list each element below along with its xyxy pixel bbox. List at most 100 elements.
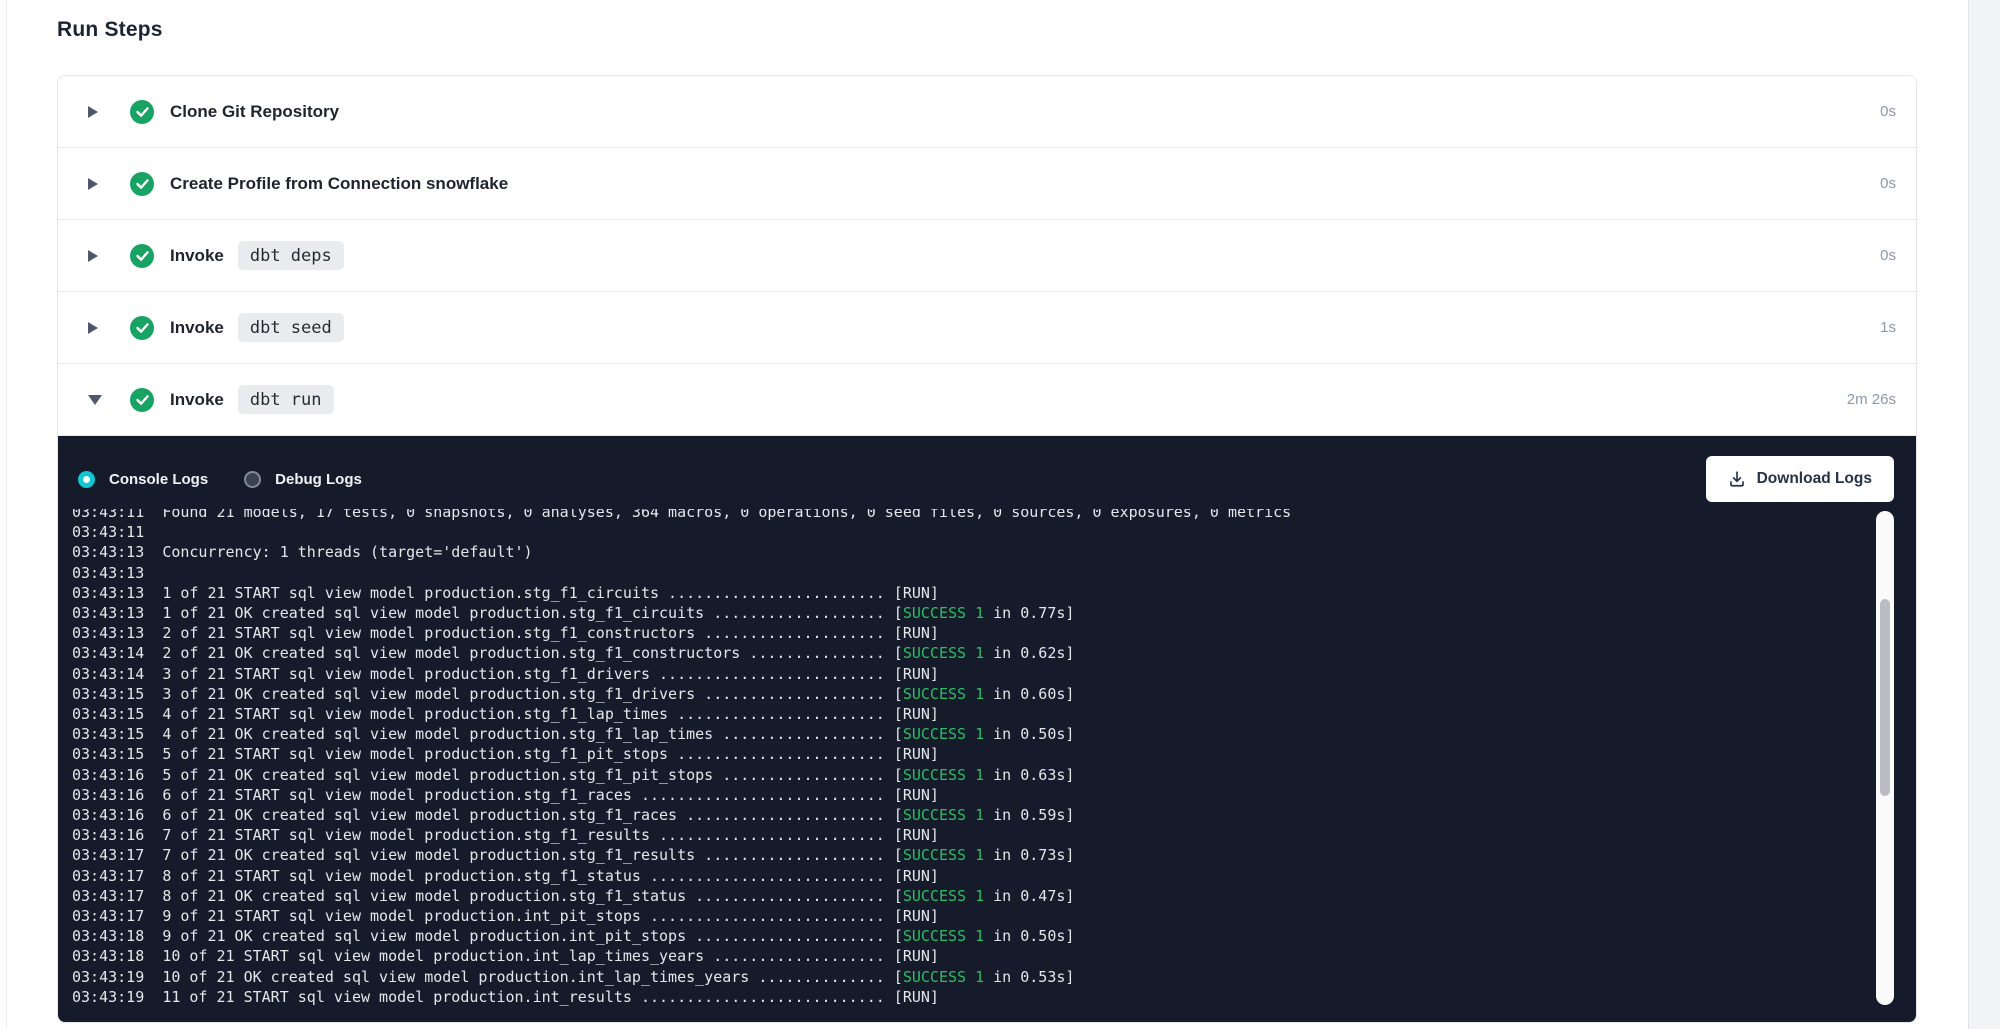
debug-logs-label: Debug Logs — [275, 471, 362, 488]
log-timestamp: 03:43:11 — [72, 509, 144, 521]
log-status-success: SUCCESS 1 — [903, 927, 984, 945]
success-check-icon — [130, 316, 154, 340]
run-step-row[interactable]: Invoke dbt run 2m 26s — [58, 364, 1916, 436]
log-timestamp: 03:43:16 — [72, 826, 144, 844]
log-message: 4 of 21 START sql view model production.… — [162, 705, 903, 723]
step-duration: 1s — [1880, 319, 1896, 336]
log-status-detail: RUN] — [903, 947, 939, 965]
download-logs-label: Download Logs — [1757, 470, 1872, 488]
radio-selected-icon[interactable] — [78, 471, 95, 488]
log-timestamp: 03:43:15 — [72, 705, 144, 723]
download-logs-button[interactable]: Download Logs — [1706, 456, 1894, 502]
expand-caret-icon[interactable] — [88, 322, 106, 334]
log-message: 3 of 21 START sql view model production.… — [162, 665, 903, 683]
run-step-row[interactable]: Create Profile from Connection snowflake… — [58, 148, 1916, 220]
log-timestamp: 03:43:15 — [72, 685, 144, 703]
log-timestamp: 03:43:16 — [72, 766, 144, 784]
console-header: Console Logs Debug Logs Download Logs — [58, 436, 1916, 502]
log-line: 03:43:17 8 of 21 OK created sql view mod… — [72, 886, 1872, 906]
log-status-detail: RUN] — [903, 584, 939, 602]
log-message: 2 of 21 START sql view model production.… — [162, 624, 903, 642]
log-message: 3 of 21 OK created sql view model produc… — [162, 685, 903, 703]
log-timestamp: 03:43:16 — [72, 786, 144, 804]
success-check-icon — [130, 388, 154, 412]
log-line: 03:43:13 1 of 21 START sql view model pr… — [72, 583, 1872, 603]
log-timestamp: 03:43:14 — [72, 665, 144, 683]
success-check-icon — [130, 244, 154, 268]
log-message: 8 of 21 START sql view model production.… — [162, 867, 903, 885]
log-line: 03:43:17 8 of 21 START sql view model pr… — [72, 866, 1872, 886]
log-timestamp: 03:43:13 — [72, 624, 144, 642]
step-label: Invoke — [170, 390, 224, 410]
log-message: 6 of 21 OK created sql view model produc… — [162, 806, 903, 824]
log-status-detail: RUN] — [903, 907, 939, 925]
log-line: 03:43:16 6 of 21 START sql view model pr… — [72, 785, 1872, 805]
log-status-detail: in 0.50s] — [984, 927, 1074, 945]
log-message: 7 of 21 START sql view model production.… — [162, 826, 903, 844]
log-line: 03:43:11 Found 21 models, 17 tests, 0 sn… — [72, 509, 1872, 522]
log-line: 03:43:14 3 of 21 START sql view model pr… — [72, 664, 1872, 684]
log-timestamp: 03:43:13 — [72, 543, 144, 561]
log-line: 03:43:17 7 of 21 OK created sql view mod… — [72, 845, 1872, 865]
log-line: 03:43:19 10 of 21 OK created sql view mo… — [72, 967, 1872, 987]
log-timestamp: 03:43:19 — [72, 988, 144, 1006]
log-status-detail: RUN] — [903, 624, 939, 642]
log-line: 03:43:13 — [72, 563, 1872, 583]
log-status-success: SUCCESS 1 — [903, 968, 984, 986]
expand-caret-icon[interactable] — [88, 395, 106, 405]
log-line: 03:43:18 9 of 21 OK created sql view mod… — [72, 926, 1872, 946]
log-timestamp: 03:43:13 — [72, 584, 144, 602]
log-message: Found 21 models, 17 tests, 0 snapshots, … — [162, 509, 1291, 521]
log-status-detail: in 0.47s] — [984, 887, 1074, 905]
log-message: 9 of 21 OK created sql view model produc… — [162, 927, 903, 945]
expand-caret-icon[interactable] — [88, 178, 106, 190]
run-step-row[interactable]: Invoke dbt seed 1s — [58, 292, 1916, 364]
log-status-detail: in 0.62s] — [984, 644, 1074, 662]
step-label: Invoke — [170, 318, 224, 338]
expand-caret-icon[interactable] — [88, 106, 106, 118]
console-log-output[interactable]: 03:43:11 Found 21 models, 17 tests, 0 sn… — [72, 509, 1872, 1022]
log-timestamp: 03:43:15 — [72, 745, 144, 763]
log-message: 1 of 21 START sql view model production.… — [162, 584, 903, 602]
download-icon — [1728, 470, 1746, 488]
log-status-detail: in 0.73s] — [984, 846, 1074, 864]
log-line: 03:43:17 9 of 21 START sql view model pr… — [72, 906, 1872, 926]
log-status-detail: in 0.60s] — [984, 685, 1074, 703]
log-timestamp: 03:43:15 — [72, 725, 144, 743]
log-timestamp: 03:43:14 — [72, 644, 144, 662]
log-status-success: SUCCESS 1 — [903, 887, 984, 905]
run-step-row[interactable]: Invoke dbt deps 0s — [58, 220, 1916, 292]
log-status-success: SUCCESS 1 — [903, 846, 984, 864]
debug-logs-radio[interactable]: Debug Logs — [244, 471, 362, 488]
step-command-chip: dbt run — [238, 385, 334, 414]
log-status-detail: in 0.77s] — [984, 604, 1074, 622]
expand-caret-icon[interactable] — [88, 250, 106, 262]
log-status-success: SUCCESS 1 — [903, 604, 984, 622]
log-status-detail: RUN] — [903, 786, 939, 804]
log-line: 03:43:16 6 of 21 OK created sql view mod… — [72, 805, 1872, 825]
log-timestamp: 03:43:17 — [72, 846, 144, 864]
log-status-success: SUCCESS 1 — [903, 806, 984, 824]
log-message: 10 of 21 START sql view model production… — [162, 947, 903, 965]
log-message: Concurrency: 1 threads (target='default'… — [162, 543, 532, 561]
run-step-row[interactable]: Clone Git Repository 0s — [58, 76, 1916, 148]
page-right-gutter — [1968, 0, 2000, 1029]
log-message: 5 of 21 START sql view model production.… — [162, 745, 903, 763]
log-line: 03:43:13 1 of 21 OK created sql view mod… — [72, 603, 1872, 623]
log-status-detail: RUN] — [903, 705, 939, 723]
log-line: 03:43:15 4 of 21 START sql view model pr… — [72, 704, 1872, 724]
console-scrollbar-thumb[interactable] — [1880, 599, 1890, 796]
log-status-detail: RUN] — [903, 867, 939, 885]
console-logs-radio[interactable]: Console Logs — [78, 471, 208, 488]
step-label: Create Profile from Connection snowflake — [170, 174, 508, 194]
log-line: 03:43:19 11 of 21 START sql view model p… — [72, 987, 1872, 1007]
log-message: 10 of 21 OK created sql view model produ… — [162, 968, 903, 986]
radio-unselected-icon[interactable] — [244, 471, 261, 488]
console-log-lines: 03:43:11 Found 21 models, 17 tests, 0 sn… — [72, 509, 1872, 1007]
log-line: 03:43:13 2 of 21 START sql view model pr… — [72, 623, 1872, 643]
log-status-detail: RUN] — [903, 988, 939, 1006]
log-timestamp: 03:43:18 — [72, 927, 144, 945]
console-scrollbar[interactable] — [1876, 511, 1894, 1005]
log-status-detail: in 0.63s] — [984, 766, 1074, 784]
success-check-icon — [130, 172, 154, 196]
